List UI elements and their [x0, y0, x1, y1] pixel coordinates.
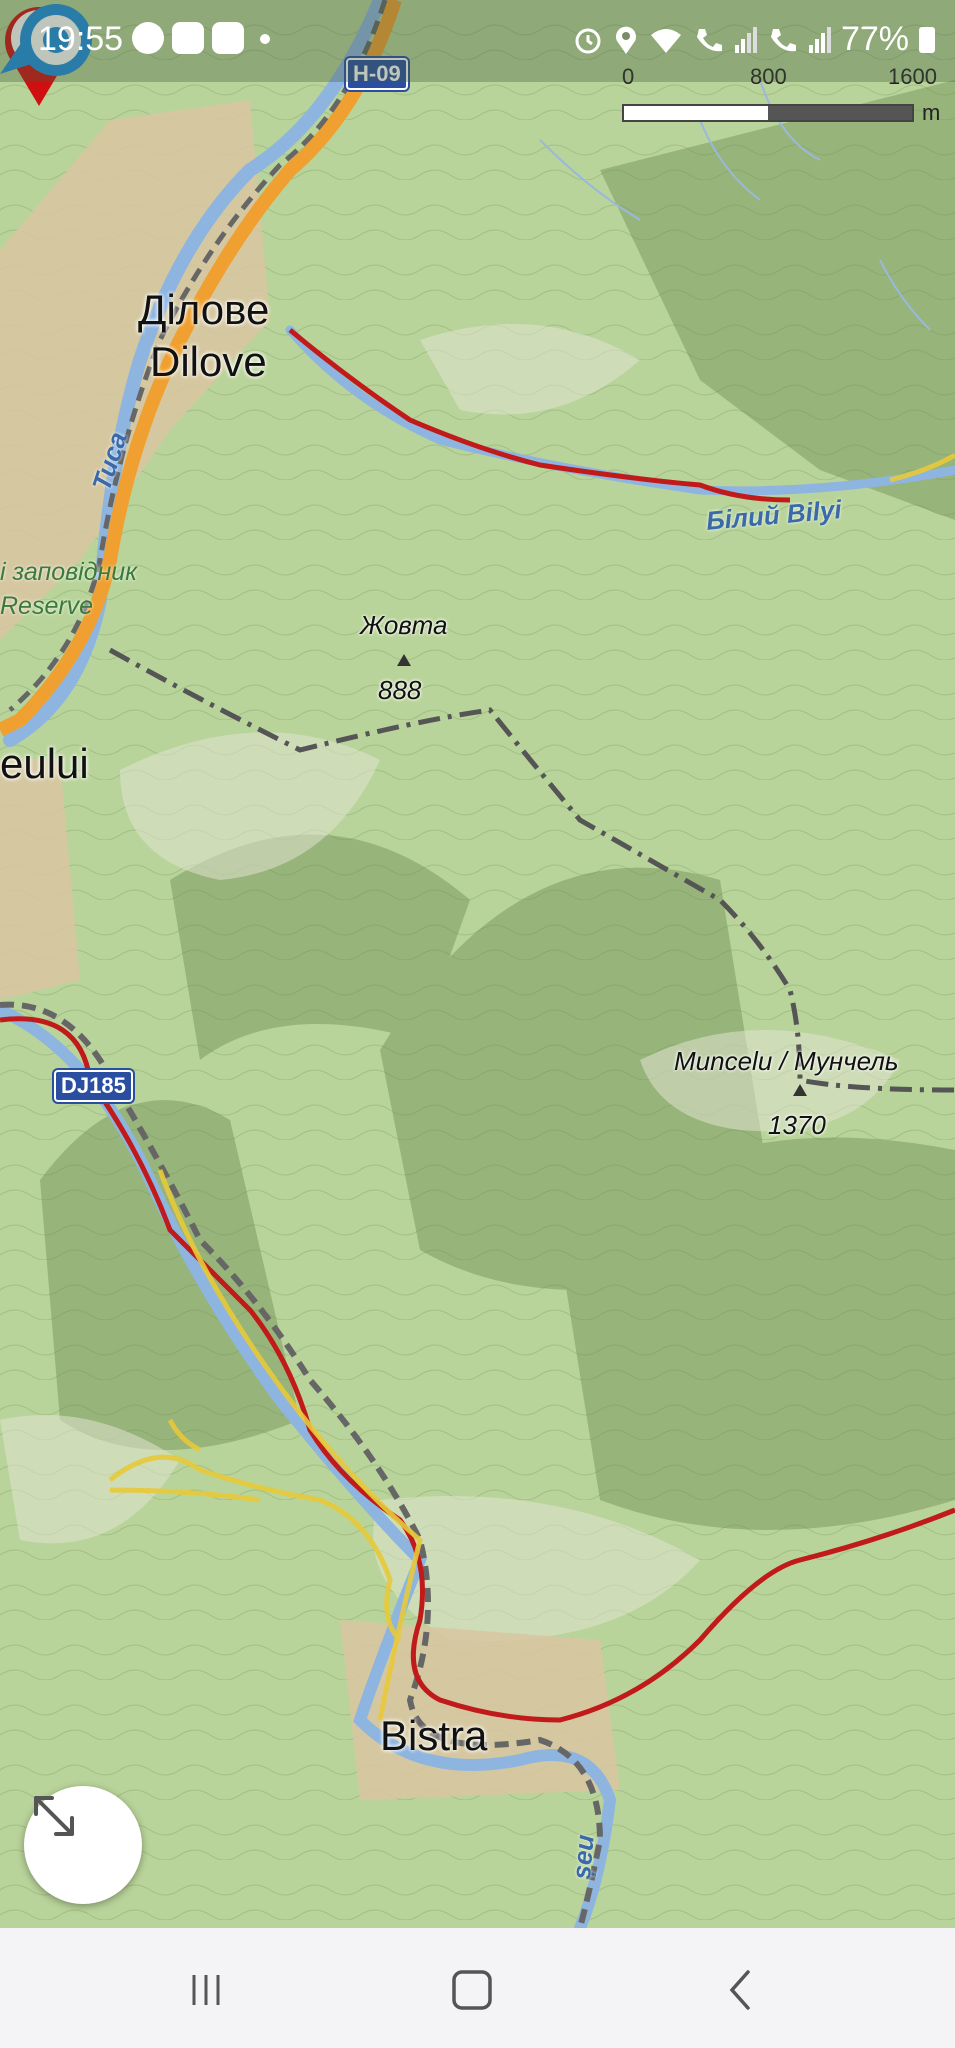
status-bar: 19:55 77%	[0, 0, 955, 82]
expand-arrows-icon	[34, 1796, 74, 1836]
reserve-label-line1: і заповідник	[0, 558, 138, 586]
battery-percent: 77%	[840, 20, 909, 58]
call-sim2-icon	[770, 28, 796, 51]
peak-name-muncelu[interactable]: Muncelu / Мунчель	[674, 1046, 899, 1077]
more-notifications-dot	[260, 34, 270, 44]
place-label-ceului[interactable]: eului	[0, 740, 89, 788]
signal-icon	[808, 26, 831, 53]
notification-icons	[132, 22, 270, 54]
recent-apps-icon	[192, 1975, 220, 2005]
signal-icon	[734, 26, 757, 53]
messenger-icon	[132, 22, 164, 54]
scale-bar-graphic	[622, 104, 914, 122]
youtube-icon	[212, 22, 244, 54]
back-icon	[729, 1970, 750, 2010]
call-sim1-icon	[696, 28, 722, 51]
battery-icon	[919, 26, 935, 53]
river-label-viseu: șeu	[566, 1833, 600, 1881]
youtube-icon	[172, 22, 204, 54]
navigation-bar	[0, 1928, 955, 2048]
map-view[interactable]: Ділове Dilove eului Bistra і заповідник …	[0, 0, 955, 1928]
wifi-icon	[650, 28, 681, 53]
place-label-dilove-en[interactable]: Dilove	[150, 338, 267, 386]
home-icon	[452, 1970, 492, 2010]
reserve-label-line2: Reserve	[0, 592, 94, 620]
recent-apps-button[interactable]	[176, 1960, 236, 2020]
home-button[interactable]	[442, 1960, 502, 2020]
place-label-bistra[interactable]: Bistra	[380, 1712, 487, 1760]
peak-name-zhovta[interactable]: Жовта	[360, 610, 447, 641]
alarm-icon	[575, 28, 601, 53]
place-label-dilove-uk[interactable]: Ділове	[138, 286, 269, 334]
system-icons: 77%	[573, 20, 935, 59]
back-button[interactable]	[710, 1960, 770, 2020]
scale-unit: m	[922, 100, 941, 125]
road-shield-dj185: DJ185	[54, 1070, 133, 1102]
status-time: 19:55	[38, 20, 124, 58]
location-icon	[615, 26, 636, 54]
peak-elevation-zhovta: 888	[378, 675, 422, 705]
expand-map-button[interactable]	[24, 1786, 142, 1904]
peak-elevation-muncelu: 1370	[768, 1110, 826, 1140]
